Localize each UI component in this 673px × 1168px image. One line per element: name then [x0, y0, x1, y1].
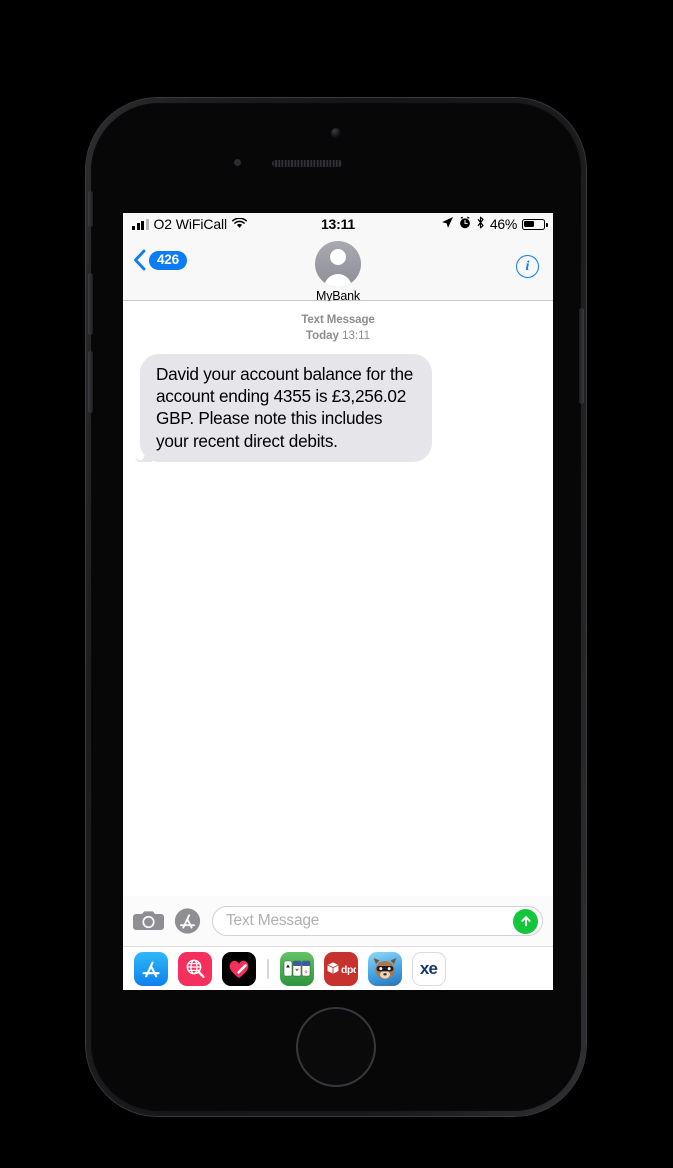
battery-percent-label: 46%: [489, 216, 517, 232]
text-input-placeholder: Text Message: [226, 912, 320, 929]
arrow-up-icon: [520, 916, 531, 927]
send-button[interactable]: [513, 908, 538, 934]
alarm-clock-icon: [459, 216, 471, 232]
message-composer: Text Message: [123, 896, 553, 946]
app-store-icon[interactable]: [174, 907, 202, 935]
playing-cards-icon: [283, 960, 310, 976]
app-store-icon: [142, 961, 160, 977]
heart-icon: [229, 960, 249, 978]
location-arrow-icon: [441, 216, 454, 232]
carrier-label: O2 WiFiCall: [153, 216, 228, 232]
message-bubble-incoming[interactable]: David your account balance for the accou…: [135, 354, 432, 462]
app-drawer-item-app-store[interactable]: [134, 951, 168, 986]
proximity-sensor: [234, 159, 241, 166]
bubble-tail: [135, 444, 153, 462]
app-drawer-item-xe-currency[interactable]: xe: [411, 951, 446, 986]
timestamp-time: 13:11: [342, 329, 371, 342]
app-drawer-item-raccoon-game[interactable]: [367, 951, 402, 986]
avatar[interactable]: [315, 241, 361, 287]
drawer-separator: [267, 958, 269, 979]
wifi-icon: [232, 216, 248, 232]
message-meta: Text Message Today 13:11: [123, 313, 553, 344]
mute-switch[interactable]: [88, 191, 93, 227]
timestamp-day: Today: [305, 329, 339, 342]
phone-bezel: O2 WiFiCall 13:11 46% 426 MyBank i Text …: [88, 103, 584, 1111]
message-row: David your account balance for the accou…: [123, 344, 553, 462]
battery-fill: [524, 220, 534, 228]
avatar-head: [330, 249, 346, 265]
raccoon-avatar-icon: [373, 957, 396, 979]
message-timestamp: Today 13:11: [123, 329, 553, 345]
xe-label: xe: [419, 958, 438, 978]
globe-search-icon: [186, 959, 205, 978]
status-bar: O2 WiFiCall 13:11 46%: [123, 213, 553, 235]
app-drawer-item-image-search[interactable]: [178, 951, 212, 986]
phone-screen: O2 WiFiCall 13:11 46% 426 MyBank i Text …: [123, 213, 553, 990]
imessage-app-drawer: dpd xe: [123, 946, 553, 990]
message-type-label: Text Message: [301, 314, 375, 326]
parcel-box-icon: dpd: [326, 961, 356, 976]
earpiece-speaker: [272, 160, 342, 167]
cellular-signal-icon: [132, 218, 149, 230]
iphone-device-frame: O2 WiFiCall 13:11 46% 426 MyBank i Text …: [86, 98, 586, 1116]
app-drawer-item-solitaire[interactable]: [279, 951, 314, 986]
volume-down-button[interactable]: [88, 351, 93, 413]
svg-text:dpd: dpd: [341, 965, 356, 976]
status-bar-right: 46%: [441, 216, 548, 232]
home-button[interactable]: [298, 1009, 374, 1085]
front-camera-icon: [331, 128, 341, 138]
app-drawer-item-health[interactable]: [222, 951, 256, 986]
conversation-thread: Text Message Today 13:11 David your acco…: [123, 301, 553, 896]
info-circle-icon[interactable]: i: [516, 255, 539, 278]
status-bar-left: O2 WiFiCall: [132, 216, 248, 232]
message-text: David your account balance for the accou…: [156, 364, 414, 451]
screen-bottom-edge: [123, 988, 553, 990]
unread-count-badge: 426: [149, 250, 187, 270]
contact-header[interactable]: MyBank: [315, 241, 361, 303]
text-message-input[interactable]: Text Message: [212, 906, 543, 936]
avatar-body: [324, 274, 352, 287]
battery-icon: [522, 218, 548, 230]
app-drawer-item-dpd[interactable]: dpd: [323, 951, 358, 986]
bluetooth-icon: [476, 216, 485, 232]
navigation-bar: 426 MyBank i: [123, 235, 553, 303]
back-button[interactable]: 426: [133, 249, 187, 271]
camera-icon[interactable]: [133, 909, 164, 933]
volume-up-button[interactable]: [88, 273, 93, 335]
chevron-left-icon: [133, 249, 146, 271]
power-button[interactable]: [579, 308, 584, 404]
